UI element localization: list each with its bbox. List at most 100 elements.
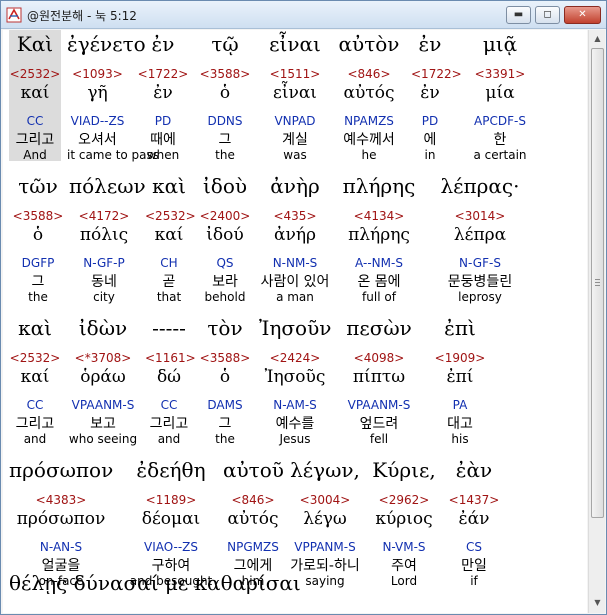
word-greek: πρόσωπον	[9, 458, 114, 482]
word-strong: <3588>	[199, 351, 251, 365]
word-unit[interactable]: λέπρας· <3014> λέπρα N-GF-S 문둥병들린 leprosy	[427, 172, 533, 304]
word-lemma: ἐάν	[458, 509, 490, 529]
word-unit[interactable]: πρόσωπον <4383> πρόσωπον N-AN-S 얼굴을 on-face	[9, 456, 114, 588]
word-strong: <4134>	[353, 209, 405, 223]
word-lemma: καί	[154, 225, 184, 245]
word-greek: καὶ	[18, 316, 52, 340]
word-lemma: πόλις	[79, 225, 129, 245]
word-lemma: δώ	[156, 367, 182, 387]
word-greek: ἐπὶ	[444, 316, 476, 340]
scroll-down-arrow-icon[interactable]: ▼	[590, 595, 605, 611]
word-unit[interactable]: Ἰησοῦν <2424> Ἰησοῦς N-AM-S 예수를 Jesus	[259, 314, 331, 446]
word-greek: λέπρας·	[440, 174, 520, 198]
word-lemma: ὁ	[219, 367, 231, 387]
word-greek: ἐδεήθη	[136, 458, 206, 482]
word-strong: <3014>	[454, 209, 506, 223]
word-lemma: εἶναι	[273, 83, 317, 103]
word-unit[interactable]: καὶ <2532> καί CH 곧 that	[145, 172, 196, 304]
word-unit[interactable]: αὐτὸν <846> αὐτός NPAMZS 예수께서 he	[333, 30, 405, 162]
word-greek: ἐγένετο	[67, 32, 146, 56]
word-unit[interactable]: ἰδὼν <*3708> ὁράω VPAANM-S 보고 who seeing	[67, 314, 139, 446]
word-parse: VNPAD	[274, 114, 316, 128]
word-greek: Καὶ	[16, 32, 54, 56]
word-korean: 엎드려	[359, 416, 399, 432]
word-strong: <1511>	[269, 67, 321, 81]
word-korean: 보라	[212, 274, 238, 290]
word-unit[interactable]: τὸν <3588> ὁ DAMS 그 the	[197, 314, 253, 446]
word-greek: πεσὼν	[346, 316, 412, 340]
word-unit[interactable]: αὐτοῦ <846> αὐτός NPGMZS 그에게 him	[223, 456, 284, 588]
word-unit[interactable]: λέγων, <3004> λέγω VPPANM-S 가로되-하니 saying	[287, 456, 363, 588]
word-parse: CC	[160, 398, 178, 412]
word-greek: ἀνὴρ	[270, 174, 320, 198]
word-lemma: αὐτός	[227, 509, 279, 529]
word-greek: ἐν	[151, 32, 175, 56]
word-unit[interactable]: πεσὼν <4098> πίπτω VPAANM-S 엎드려 fell	[333, 314, 425, 446]
word-parse: NPAMZS	[344, 114, 394, 128]
word-parse: PD	[421, 114, 439, 128]
word-unit[interactable]: ἐν <1722> ἐν PD 때에 when	[133, 30, 193, 162]
word-greek: τῶν	[18, 174, 58, 198]
word-strong: <2400>	[199, 209, 251, 223]
word-parse: CC	[26, 398, 44, 412]
word-parse: N-GF-P	[83, 256, 125, 270]
word-unit[interactable]: ἐπὶ <1909> ἐπί PA 대고 his	[427, 314, 493, 446]
word-korean: 곧	[162, 274, 176, 290]
word-strong: <4383>	[35, 493, 87, 507]
word-unit[interactable]: ἐγένετο <1093> γῆ VIAD--ZS 오셔서 it came to pas…	[67, 30, 159, 162]
word-lemma: ἰδού	[206, 225, 244, 245]
word-unit[interactable]: ----- <1161> δώ CC 그리고 and	[145, 314, 196, 446]
word-unit[interactable]: καὶ <2532> καί CC 그리고 and	[9, 314, 61, 446]
word-greek: μιᾷ	[482, 32, 518, 56]
word-korean: 예수를	[275, 416, 315, 432]
word-korean: 사람이 있어	[260, 274, 330, 290]
word-parse: N-VM-S	[382, 540, 426, 554]
close-button[interactable]: ✕	[564, 6, 601, 24]
title-bar[interactable]: @원전분해 - 눅 5:12 ▬ ◻ ✕	[1, 1, 606, 29]
word-unit[interactable]: τῷ <3588> ὁ DDNS 그 the	[197, 30, 253, 162]
word-korean: 한	[493, 132, 507, 148]
word-unit[interactable]: ἐδεήθη <1189> δέομαι VIAO--ZS 구하여 and besough…	[121, 456, 221, 588]
interlinear-panel[interactable]: Καὶ <2532> καί CC 그리고 And ἐγένετο <1093> γῆ VIAD-…	[3, 30, 587, 613]
maximize-button[interactable]: ◻	[535, 6, 560, 24]
word-korean: 만일	[461, 558, 487, 574]
word-parse: CH	[160, 256, 178, 270]
word-strong: <*3708>	[74, 351, 132, 365]
word-strong: <3588>	[12, 209, 64, 223]
word-strong: <3004>	[299, 493, 351, 507]
word-parse: NPGMZS	[227, 540, 279, 554]
word-eng: in	[424, 148, 436, 162]
word-unit[interactable]: πόλεων <4172> πόλις N-GF-P 동네 city	[69, 172, 146, 304]
word-unit[interactable]: μιᾷ <3391> μία APCDF-S 한 a certain	[455, 30, 545, 162]
word-unit[interactable]: πλήρης <4134> πλήρης A--NM-S 온 몸에 full of	[333, 172, 425, 304]
word-unit[interactable]: Καὶ <2532> καί CC 그리고 And	[9, 30, 61, 162]
word-greek: ἐν	[418, 32, 442, 56]
minimize-button[interactable]: ▬	[506, 6, 531, 24]
word-eng: when	[146, 148, 180, 162]
word-eng: city	[93, 290, 115, 304]
word-parse: N-AN-S	[39, 540, 83, 554]
word-korean: 그	[218, 132, 232, 148]
scroll-up-arrow-icon[interactable]: ▲	[590, 31, 605, 47]
word-unit[interactable]: ἐὰν <1437> ἐάν CS 만일 if	[445, 456, 503, 588]
word-korean: 동네	[91, 274, 117, 290]
word-unit[interactable]: ἐν <1722> ἐν PD 에 in	[411, 30, 462, 162]
word-unit[interactable]: Κύριε, <2962> κύριος N-VM-S 주여 Lord	[365, 456, 443, 588]
word-strong: <1909>	[434, 351, 486, 365]
vertical-scrollbar[interactable]: ▲ ▼	[588, 30, 605, 613]
app-logo-icon	[6, 7, 22, 23]
word-unit[interactable]: εἶναι <1511> εἶναι VNPAD 계실 was	[259, 30, 331, 162]
word-strong: <2424>	[269, 351, 321, 365]
word-greek: εἶναι	[269, 32, 321, 56]
word-parse: CC	[26, 114, 44, 128]
word-unit[interactable]: ἀνὴρ <435> ἀνήρ N-NM-S 사람이 있어 a man	[259, 172, 331, 304]
word-lemma: λέπρα	[453, 225, 507, 245]
word-eng: And	[23, 148, 47, 162]
scroll-thumb[interactable]	[591, 48, 604, 518]
word-greek: καὶ	[152, 174, 186, 198]
app-window: @원전분해 - 눅 5:12 ▬ ◻ ✕ Καὶ <2532> καί CC 그리고 An…	[0, 0, 607, 615]
word-parse: VPAANM-S	[71, 398, 135, 412]
word-unit[interactable]: ἰδοὺ <2400> ἰδού QS 보라 behold	[197, 172, 253, 304]
word-lemma: πίπτω	[352, 367, 406, 387]
word-unit[interactable]: τῶν <3588> ὁ DGFP 그 the	[9, 172, 67, 304]
